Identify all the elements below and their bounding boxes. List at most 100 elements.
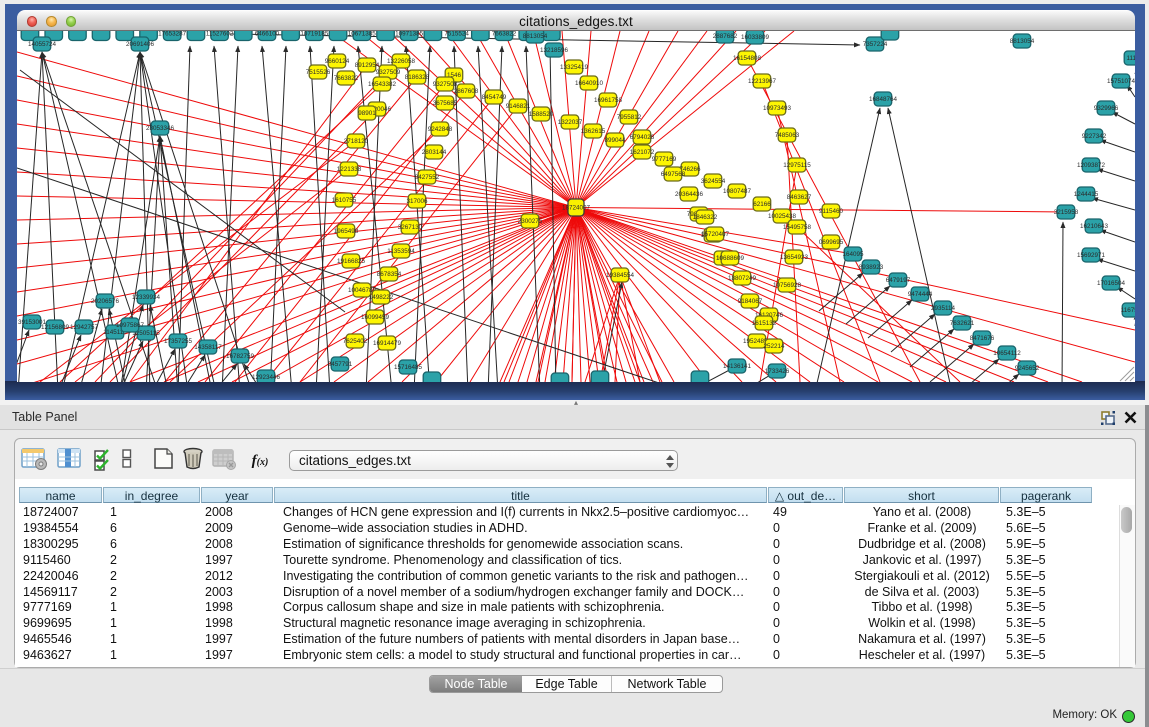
svg-text:2300275: 2300275 [518,218,543,225]
svg-text:16782759: 16782759 [226,353,255,360]
svg-text:7625402: 7625402 [343,338,368,345]
svg-text:12093872: 12093872 [1077,162,1106,169]
svg-text:8186328: 8186328 [405,74,430,81]
svg-text:16033809: 16033809 [741,34,770,41]
svg-text:16099459: 16099459 [361,314,390,321]
svg-text:13325419: 13325419 [560,64,589,71]
svg-text:10971385: 10971385 [395,31,424,38]
svg-text:8454749: 8454749 [482,94,507,101]
svg-text:16961758: 16961758 [594,97,623,104]
svg-text:16640910: 16640910 [575,80,604,87]
svg-text:9777169: 9777169 [652,156,677,163]
svg-text:8938923: 8938923 [859,264,884,271]
svg-text:2867608: 2867608 [454,88,479,95]
svg-text:16154808: 16154808 [733,55,762,62]
svg-text:13218596: 13218596 [540,47,569,54]
svg-text:11527602: 11527602 [206,31,234,38]
svg-text:7955812: 7955812 [617,114,642,121]
svg-text:10654112: 10654112 [993,350,1021,357]
svg-text:8813054: 8813054 [1010,38,1035,45]
svg-text:16543382: 16543382 [368,81,397,88]
svg-text:10719185: 10719185 [300,31,329,38]
svg-text:164095: 164095 [842,251,864,258]
svg-text:7632621: 7632621 [950,320,975,327]
svg-text:10025438: 10025438 [768,213,797,220]
svg-text:1615132: 1615132 [752,320,777,327]
svg-text:15720407: 15720407 [701,231,730,238]
svg-text:10807487: 10807487 [723,188,752,195]
svg-text:1221338: 1221338 [337,166,362,173]
svg-text:16914479: 16914479 [373,340,402,347]
svg-text:1588520: 1588520 [529,111,554,118]
svg-text:18724007: 18724007 [562,205,591,212]
svg-text:17016504: 17016504 [1097,280,1126,287]
svg-text:15751074: 15751074 [1107,78,1135,85]
svg-text:6479197: 6479197 [886,277,911,284]
svg-text:8813054: 8813054 [523,33,548,40]
svg-text:20691406: 20691406 [126,41,155,48]
svg-text:3267130: 3267130 [398,224,423,231]
svg-text:9115460: 9115460 [819,208,844,215]
svg-text:16848764: 16848764 [869,96,898,103]
svg-text:16210643: 16210643 [1080,223,1109,230]
svg-text:13654923: 13654923 [780,254,809,261]
svg-text:2887682: 2887682 [713,33,738,40]
svg-text:1733426: 1733426 [765,368,790,375]
svg-text:10975867: 10975867 [116,322,145,329]
svg-text:7357224: 7357224 [863,41,888,48]
svg-text:10756928: 10756928 [773,282,802,289]
svg-text:11353594: 11353594 [387,248,415,255]
svg-text:1610755: 1610755 [332,197,357,204]
svg-text:14055724: 14055724 [28,41,57,48]
svg-text:3675685: 3675685 [433,100,458,107]
svg-text:1244415: 1244415 [1074,191,1099,198]
svg-text:9184067: 9184067 [738,298,763,305]
svg-text:15495758: 15495758 [783,224,812,231]
svg-text:6794028: 6794028 [630,134,655,141]
svg-text:1112: 1112 [1126,55,1135,62]
svg-text:8463627: 8463627 [787,194,812,201]
svg-text:899044: 899044 [604,137,626,144]
svg-text:14136141: 14136141 [723,363,752,370]
svg-text:252214: 252214 [763,343,785,350]
svg-text:2718120: 2718120 [344,138,369,145]
svg-text:8912954: 8912954 [355,62,380,69]
svg-text:9227342: 9227342 [1082,133,1107,140]
svg-text:12156809: 12156809 [41,324,70,331]
svg-text:9327508: 9327508 [433,81,458,88]
svg-text:9146821: 9146821 [506,103,531,110]
svg-text:8678354: 8678354 [377,271,402,278]
svg-text:28053346: 28053346 [146,125,175,132]
svg-text:19384554: 19384554 [606,272,635,279]
svg-text:9245652: 9245652 [1015,365,1040,372]
svg-text:7663822: 7663822 [492,31,517,38]
svg-text:15692971: 15692971 [1077,252,1106,259]
svg-text:116753: 116753 [1121,307,1135,314]
svg-text:7515526: 7515526 [306,69,331,76]
svg-text:1621072: 1621072 [630,149,655,156]
svg-text:2935114: 2935114 [931,305,956,312]
svg-text:1965498: 1965498 [334,228,359,235]
svg-text:1362615: 1362615 [581,128,606,135]
svg-text:17653287: 17653287 [158,31,187,38]
svg-text:62166: 62166 [753,201,771,208]
svg-text:9242848: 9242848 [428,126,453,133]
svg-text:8427552: 8427552 [415,174,440,181]
svg-text:7515524: 7515524 [444,31,469,38]
svg-text:10688609: 10688609 [716,255,745,262]
svg-text:6466100: 6466100 [255,31,280,38]
svg-text:1846322: 1846322 [693,214,718,221]
svg-text:317006: 317006 [406,198,428,205]
svg-text:1498222: 1498222 [369,294,394,301]
svg-text:10671385: 10671385 [348,31,377,38]
svg-text:12339934: 12339934 [132,294,161,301]
svg-text:12975115: 12975115 [783,162,811,169]
svg-text:6497568: 6497568 [661,171,686,178]
svg-text:12923446: 12923446 [252,374,281,381]
svg-text:7485063: 7485063 [775,132,800,139]
svg-text:10973493: 10973493 [763,105,792,112]
svg-text:12213967: 12213967 [748,78,777,85]
svg-text:15716485: 15716485 [394,364,423,371]
svg-text:7663822: 7663822 [334,75,359,82]
svg-text:8471676: 8471676 [970,335,995,342]
